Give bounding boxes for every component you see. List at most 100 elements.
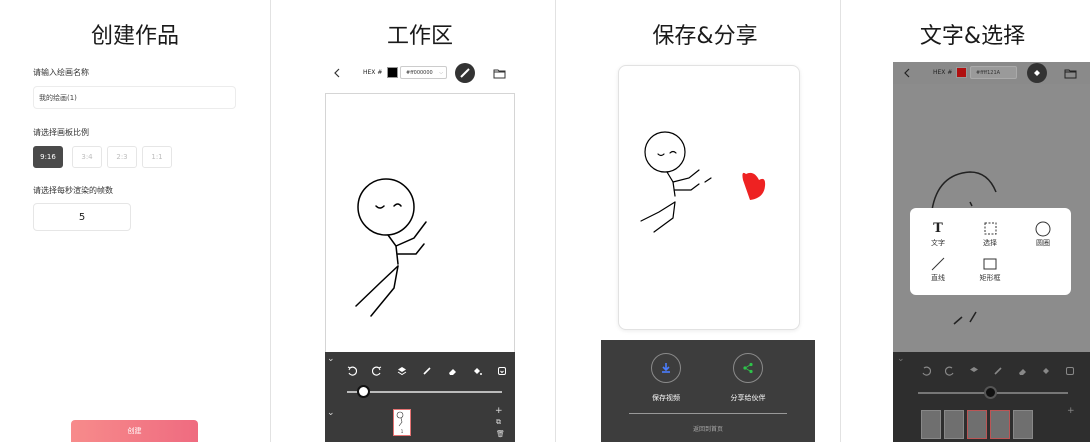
brush-icon[interactable] [455,63,475,83]
circle-icon [1021,220,1065,237]
back-icon[interactable] [901,66,913,80]
create-button[interactable]: 创建 [71,420,198,442]
fill-color-icon[interactable] [1027,63,1047,83]
pen-icon[interactable] [420,364,434,378]
artwork-preview [640,131,766,233]
ratio-option-9-16[interactable]: 9:16 [33,146,63,168]
color-swatch[interactable] [387,67,398,78]
menu-item-select[interactable]: 选择 [968,220,1012,248]
workspace-toolbar: HEX # #ff000000 ⌵ [325,62,525,84]
share-icon [743,362,753,374]
ratio-option-1-1[interactable]: 1:1 [142,146,172,168]
home-link[interactable]: 返回到首页 [601,424,815,433]
collapse-icon[interactable]: ⌄ [327,354,335,364]
hex-input[interactable]: #ff000000 ⌵ [400,66,447,79]
ratio-option-3-4[interactable]: 3:4 [72,146,102,168]
hex-input[interactable]: #ffff121A [970,66,1017,79]
page-title: 保存&分享 [652,24,758,49]
save-video-label: 保存视频 [652,394,680,402]
page-title: 工作区 [386,24,453,49]
download-icon [662,363,670,373]
hex-value: #ffff121A [976,70,1001,76]
share-panel: 保存视频 分享给伙伴 返回到首页 [601,340,815,442]
divider [840,0,841,442]
frame-strip [921,410,1033,439]
separator [629,413,787,414]
ratio-option-2-3[interactable]: 2:3 [107,146,137,168]
layers-icon[interactable] [967,364,981,378]
hex-label: HEX # [933,69,953,76]
menu-item-rectangle[interactable]: 矩形框 [968,255,1012,283]
chevron-down-icon: ⌵ [439,70,443,76]
drawing-canvas[interactable] [325,93,515,353]
back-icon[interactable] [331,66,343,80]
shape-menu-popup: T 文字 选择 圆圈 直线 矩形框 [910,208,1071,295]
color-swatch[interactable] [956,67,967,78]
tool-row [919,364,1077,378]
menu-item-label: 矩形框 [979,274,1001,282]
export-icon[interactable] [1063,364,1077,378]
undo-icon[interactable] [919,364,933,378]
dimmed-tool-panel: ⌄ + [893,352,1090,442]
frame-thumbnail[interactable] [921,410,941,439]
line-icon [916,255,960,272]
fill-icon[interactable] [470,364,484,378]
export-icon[interactable] [495,364,509,378]
undo-icon[interactable] [345,364,359,378]
redo-icon[interactable] [370,364,384,378]
folder-icon[interactable] [1063,66,1077,80]
menu-item-text[interactable]: T 文字 [916,220,960,248]
fps-label: 请选择每秒渲染的帧数 [33,186,113,195]
frame-thumbnail[interactable]: 1 [393,409,411,436]
frame-number: 1 [400,429,404,434]
collapse-icon[interactable]: ⌄ [897,354,905,364]
eraser-icon[interactable] [445,364,459,378]
hex-value: #ff000000 [406,70,433,76]
share-button[interactable] [733,353,763,383]
page-title: 文字&选择 [919,24,1026,49]
artwork-preview-card [618,65,800,330]
divider [270,0,271,442]
name-label: 请输入绘画名称 [33,68,89,77]
panel-create: 创建作品 请输入绘画名称 我的绘画(1) 请选择画板比例 9:16 3:4 2:… [0,0,270,442]
share-label: 分享给伙伴 [730,394,766,402]
menu-item-label: 文字 [931,239,945,247]
frame-thumbnail[interactable] [1013,410,1033,439]
pen-icon[interactable] [991,364,1005,378]
hex-label: HEX # [363,69,383,76]
delete-frame-icon[interactable]: 🗑 [496,430,505,438]
stick-figure-drawing [355,178,427,317]
save-video-button[interactable] [651,353,681,383]
tool-panel: ⌄ ⌄ 1 + ⧉ 🗑 [325,352,515,442]
heart-shape [742,172,766,200]
menu-item-circle[interactable]: 圆圈 [1021,220,1065,248]
slider-knob[interactable] [984,386,997,399]
add-frame-icon[interactable]: + [495,406,503,416]
fill-icon[interactable] [1039,364,1053,378]
divider [555,0,556,442]
slider-knob[interactable] [356,385,370,398]
copy-frame-icon[interactable]: ⧉ [496,418,501,427]
layers-icon[interactable] [395,364,409,378]
page-title: 创建作品 [90,24,179,49]
add-frame-icon[interactable]: + [1067,406,1075,416]
frame-thumbnail[interactable] [944,410,964,439]
menu-item-line[interactable]: 直线 [916,255,960,283]
frame-thumbnail[interactable] [990,410,1010,439]
fps-input[interactable]: 5 [33,203,131,231]
menu-item-label: 圆圈 [1036,239,1050,247]
text-icon: T [933,221,943,236]
eraser-icon[interactable] [1015,364,1029,378]
redo-icon[interactable] [943,364,957,378]
selection-icon [968,220,1012,237]
brush-size-slider[interactable] [918,386,1068,399]
ratio-label: 请选择画板比例 [33,128,89,137]
folder-icon[interactable] [492,66,506,80]
collapse-frames-icon[interactable]: ⌄ [327,408,335,418]
frame-thumbnail[interactable] [967,410,987,439]
frame-preview [396,411,404,427]
brush-size-slider[interactable] [347,385,502,398]
menu-item-label: 选择 [983,239,997,247]
menu-item-label: 直线 [931,274,945,282]
name-input[interactable]: 我的绘画(1) [33,86,236,109]
